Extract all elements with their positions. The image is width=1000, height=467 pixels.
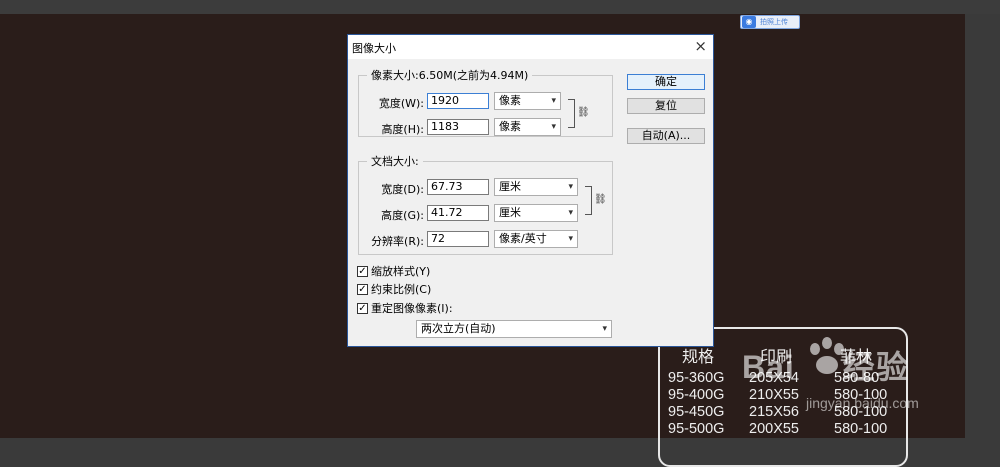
resample-label: 重定图像像素(I): (371, 302, 453, 315)
panel-strip (965, 14, 1000, 438)
checkmark-icon: ✓ (357, 265, 368, 277)
doc-link-bracket (585, 186, 592, 215)
pixel-width-unit-select[interactable]: 像素 ▾ (494, 92, 561, 110)
resolution-input[interactable]: 72 (427, 231, 489, 247)
pixel-height-unit-select[interactable]: 像素 ▾ (494, 118, 561, 136)
resample-checkbox[interactable]: ✓ 重定图像像素(I): (357, 300, 453, 316)
watermark-brand-text: Bai (742, 349, 795, 385)
card-cell: 200X55 (749, 421, 799, 437)
document-size-legend: 文档大小: (371, 155, 419, 168)
card-cell: 580-100 (834, 421, 888, 437)
doc-height-unit-select[interactable]: 厘米 ▾ (494, 204, 578, 222)
chevron-down-icon: ▾ (568, 182, 573, 192)
card-cell: 215X56 (749, 404, 799, 420)
link-icon[interactable]: ⛓ (594, 194, 607, 205)
pixel-width-unit-value: 像素 (499, 94, 521, 107)
close-icon[interactable]: × (694, 37, 707, 55)
watermark-url: jingyan.baidu.com (806, 395, 919, 411)
chevron-down-icon: ▾ (568, 208, 573, 218)
resample-method-select[interactable]: 两次立方(自动) ▾ (416, 320, 612, 338)
doc-width-input[interactable]: 67.73 (427, 179, 489, 195)
card-cell: 95-500G (668, 421, 725, 437)
link-icon[interactable]: ⛓ (577, 107, 590, 118)
pixel-height-label: 高度(H): (381, 123, 424, 136)
photo-upload-label: 拍照上传 (760, 18, 788, 26)
chevron-down-icon: ▾ (551, 96, 556, 106)
app-top-bar (0, 0, 1000, 14)
resolution-label: 分辨率(R): (371, 235, 424, 248)
dialog-title: 图像大小 (352, 42, 396, 55)
doc-height-input[interactable]: 41.72 (427, 205, 489, 221)
chevron-down-icon: ▾ (551, 122, 556, 132)
resolution-unit-select[interactable]: 像素/英寸 ▾ (494, 230, 578, 248)
image-size-dialog: 图像大小 × 像素大小:6.50M(之前为4.94M) 宽度(W): 1920 … (347, 34, 714, 347)
ok-button[interactable]: 确定 (627, 74, 705, 90)
checkmark-icon: ✓ (357, 302, 368, 314)
doc-height-label: 高度(G): (381, 209, 424, 222)
pixel-width-input[interactable]: 1920 (427, 93, 489, 109)
scale-styles-label: 缩放样式(Y) (371, 265, 431, 278)
watermark-suffix: 经验 (842, 349, 909, 385)
checkmark-icon: ✓ (357, 283, 368, 295)
constrain-proportions-label: 约束比例(C) (371, 283, 432, 296)
card-cell: 210X55 (749, 387, 799, 403)
resample-method-value: 两次立方(自动) (421, 322, 496, 335)
doc-width-unit-select[interactable]: 厘米 ▾ (494, 178, 578, 196)
photo-upload-button[interactable]: ◉ 拍照上传 (740, 15, 800, 29)
resolution-unit-value: 像素/英寸 (499, 232, 547, 245)
constrain-proportions-checkbox[interactable]: ✓ 约束比例(C) (357, 281, 431, 297)
pixel-link-bracket (568, 99, 575, 128)
reset-button[interactable]: 复位 (627, 98, 705, 114)
card-cell: 95-450G (668, 404, 725, 420)
card-cell: 95-360G (668, 370, 725, 386)
chevron-down-icon: ▾ (602, 324, 607, 334)
auto-button[interactable]: 自动(A)... (627, 128, 705, 144)
camera-icon: ◉ (742, 16, 756, 28)
doc-width-unit-value: 厘米 (499, 180, 521, 193)
paw-logo-icon (810, 337, 844, 374)
chevron-down-icon: ▾ (568, 234, 573, 244)
pixel-dimensions-legend: 像素大小:6.50M(之前为4.94M) (371, 69, 529, 82)
card-cell: 95-400G (668, 387, 725, 403)
doc-width-label: 宽度(D): (381, 183, 424, 196)
scale-styles-checkbox[interactable]: ✓ 缩放样式(Y) (357, 263, 430, 279)
doc-height-unit-value: 厘米 (499, 206, 521, 219)
dialog-titlebar[interactable]: 图像大小 × (348, 35, 713, 59)
pixel-width-label: 宽度(W): (378, 97, 424, 110)
pixel-height-unit-value: 像素 (499, 120, 521, 133)
pixel-height-input[interactable]: 1183 (427, 119, 489, 135)
